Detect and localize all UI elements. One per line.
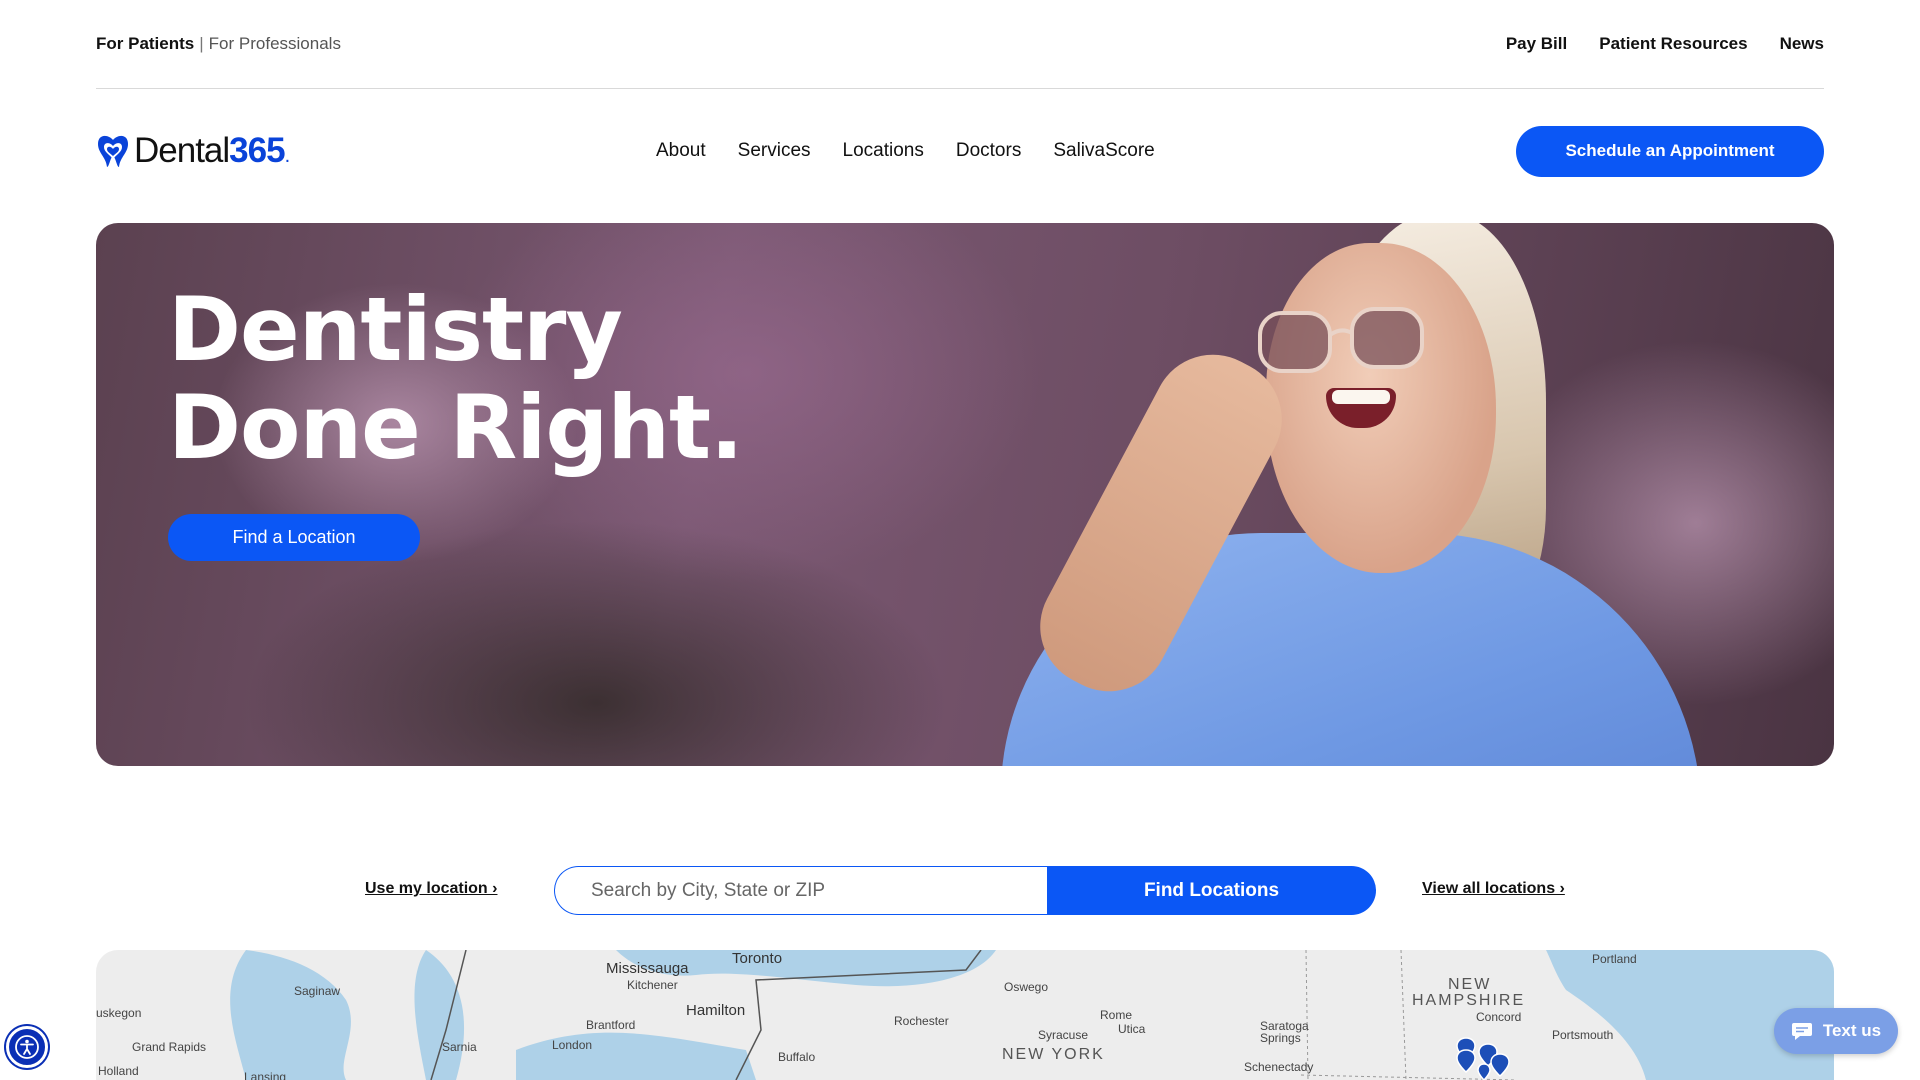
map-label-muskegon: uskegon: [96, 1006, 142, 1020]
site-logo[interactable]: Dental365.: [96, 131, 356, 171]
pay-bill-link[interactable]: Pay Bill: [1506, 34, 1567, 54]
for-patients-link[interactable]: For Patients: [96, 34, 194, 53]
map-pin-cluster-icon[interactable]: [1456, 1036, 1512, 1080]
location-search-input[interactable]: [554, 866, 1048, 915]
nav-salivascore[interactable]: SalivaScore: [1053, 140, 1154, 162]
map-label-grand-rapids: Grand Rapids: [132, 1040, 207, 1054]
map-label-rochester: Rochester: [894, 1014, 949, 1028]
utility-bar: For Patients | For Professionals Pay Bill …: [96, 0, 1824, 89]
nav-doctors[interactable]: Doctors: [956, 140, 1021, 162]
map-label-brantford: Brantford: [586, 1018, 636, 1032]
map-water: [230, 950, 1834, 1080]
map-label-london: London: [552, 1038, 593, 1052]
find-locations-button[interactable]: Find Locations: [1047, 866, 1376, 915]
map-label-sarnia: Sarnia: [442, 1040, 477, 1054]
accessibility-icon: [15, 1035, 39, 1059]
map-label-oswego: Oswego: [1004, 980, 1049, 994]
map-state-hampshire: HAMPSHIRE: [1412, 992, 1526, 1009]
nav-services[interactable]: Services: [738, 140, 811, 162]
main-header: Dental365. About Services Locations Doct…: [96, 124, 1824, 178]
schedule-appointment-button[interactable]: Schedule an Appointment: [1516, 125, 1824, 177]
chat-bubble-icon: [1791, 1023, 1812, 1040]
for-professionals-link[interactable]: For Professionals: [209, 34, 341, 53]
map-label-schenectady: Schenectady: [1244, 1060, 1314, 1074]
hero-heading-line-1: Dentistry: [168, 278, 623, 381]
map-label-toronto: Toronto: [732, 950, 783, 967]
locations-map[interactable]: Mississauga Toronto Kitchener Saginaw Os…: [96, 950, 1834, 1080]
map-label-buffalo: Buffalo: [778, 1050, 816, 1064]
primary-nav: About Services Locations Doctors SalivaS…: [656, 140, 1155, 162]
map-state-new-york: NEW YORK: [1002, 1046, 1105, 1063]
find-location-button[interactable]: Find a Location: [168, 514, 420, 561]
map-label-lansing: Lansing: [244, 1070, 287, 1080]
text-us-label: Text us: [1822, 1021, 1882, 1040]
text-us-button[interactable]: Text us: [1774, 1008, 1898, 1054]
logo-wordmark: Dental365.: [134, 131, 290, 170]
utility-links: Pay Bill Patient Resources News: [1506, 34, 1824, 54]
use-my-location-link[interactable]: Use my location ›: [365, 880, 497, 898]
map-label-saginaw: Saginaw: [294, 984, 341, 998]
map-label-portsmouth: Portsmouth: [1552, 1028, 1614, 1042]
news-link[interactable]: News: [1780, 34, 1824, 54]
accessibility-button[interactable]: [6, 1026, 48, 1068]
view-all-locations-link[interactable]: View all locations ›: [1422, 880, 1565, 898]
hero-heading-line-2: Done Right.: [168, 376, 744, 479]
hero-image-sunglasses: [1258, 307, 1424, 373]
location-search: Use my location › Find Locations View al…: [0, 866, 1920, 915]
map-label-mississauga: Mississauga: [606, 960, 689, 977]
hero-image-teeth: [1332, 390, 1390, 404]
audience-switcher: For Patients | For Professionals: [96, 34, 341, 54]
map-label-portland: Portland: [1592, 952, 1637, 966]
map-label-hamilton: Hamilton: [686, 1002, 746, 1019]
nav-about[interactable]: About: [656, 140, 706, 162]
map-label-utica: Utica: [1118, 1022, 1146, 1036]
map-label-holland: Holland: [98, 1064, 139, 1078]
map-label-rome: Rome: [1100, 1008, 1133, 1022]
map-label-saratoga-springs: Saratoga Springs: [1260, 1019, 1309, 1045]
map-label-kitchener: Kitchener: [627, 978, 678, 992]
patient-resources-link[interactable]: Patient Resources: [1599, 34, 1747, 54]
audience-separator: |: [199, 34, 204, 53]
nav-locations[interactable]: Locations: [843, 140, 924, 162]
hero-banner: Dentistry Done Right. Find a Location: [96, 223, 1834, 766]
map-label-concord: Concord: [1476, 1010, 1522, 1024]
hero-heading: Dentistry Done Right.: [168, 278, 744, 479]
tooth-heart-icon: [98, 135, 128, 167]
map-label-syracuse: Syracuse: [1038, 1028, 1089, 1042]
